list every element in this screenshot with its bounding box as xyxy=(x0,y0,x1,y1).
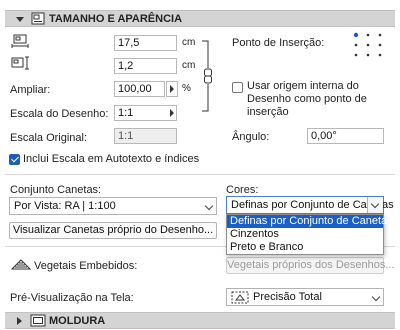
colors-dropdown[interactable]: Definas por Conjunto de Canetas xyxy=(226,196,394,214)
insertion-point-grid-icon[interactable] xyxy=(352,31,384,59)
colors-dropdown-arrow-button[interactable] xyxy=(367,197,383,213)
chevron-down-icon xyxy=(204,201,214,211)
colors-option[interactable]: Preto e Branco xyxy=(227,241,383,254)
section-title: MOLDURA xyxy=(49,315,106,327)
section-header-frame[interactable]: MOLDURA xyxy=(5,312,395,329)
section-title: TAMANHO E APARÊNCIA xyxy=(49,13,183,25)
insertion-point-label: Ponto de Inserção: xyxy=(232,37,325,49)
width-input[interactable]: 17,5 xyxy=(114,35,177,51)
original-scale-field: 1:1 xyxy=(114,128,177,144)
height-icon xyxy=(11,56,29,70)
section-header-size-appearance[interactable]: TAMANHO E APARÊNCIA xyxy=(5,10,395,27)
amplify-unit: % xyxy=(182,83,191,94)
chevron-down-icon xyxy=(371,292,381,302)
frame-icon xyxy=(30,314,46,327)
original-scale-label: Escala Original: xyxy=(10,132,88,144)
include-scale-label: Inclui Escala em Autotexto e índices xyxy=(23,153,200,165)
precision-icon xyxy=(231,291,249,304)
height-unit: cm xyxy=(182,60,196,71)
triangle-right-icon[interactable] xyxy=(17,317,22,325)
amplify-input[interactable]: 100,00 xyxy=(114,81,165,97)
preview-label: Pré-Visualização na Tela: xyxy=(10,292,134,304)
view-pens-button[interactable]: Visualizar Canetas próprio do Desenho... xyxy=(9,222,217,239)
size-appearance-icon xyxy=(31,12,45,25)
colors-label: Cores: xyxy=(226,184,259,196)
angle-label: Ângulo: xyxy=(232,131,270,143)
drawing-scale-value: 1:1 xyxy=(118,107,134,119)
triangle-right-icon[interactable] xyxy=(170,109,174,117)
chain-link-icon[interactable] xyxy=(200,40,218,112)
pen-set-value: Por Vista: RA | 1:100 xyxy=(14,200,116,212)
divider xyxy=(5,174,395,175)
vegetation-button[interactable]: Vegetais próprios dos Desenhos... xyxy=(226,257,395,274)
pen-set-dropdown[interactable]: Por Vista: RA | 1:100 xyxy=(9,197,217,215)
use-origin-checkbox[interactable] xyxy=(232,82,243,93)
colors-dropdown-menu: Definas por Conjunto de Canetas Cinzento… xyxy=(226,214,393,255)
chevron-down-icon xyxy=(370,199,380,209)
colors-option[interactable]: Definas por Conjunto de Canetas xyxy=(227,215,393,228)
amplify-label: Ampliar: xyxy=(10,84,51,96)
drawing-scale-input[interactable]: 1:1 xyxy=(114,105,177,121)
preview-value: Precisão Total xyxy=(253,291,322,303)
use-origin-label: Usar origem interna do Desenho como pont… xyxy=(247,80,367,118)
drawing-scale-label: Escala do Desenho: xyxy=(10,108,109,120)
height-input[interactable]: 1,2 xyxy=(114,58,177,74)
include-scale-checkbox[interactable] xyxy=(9,154,20,165)
colors-option[interactable]: Cinzentos xyxy=(227,228,383,241)
width-unit: cm xyxy=(182,37,196,48)
triangle-down-icon[interactable] xyxy=(16,17,24,22)
vegetation-icon xyxy=(11,259,31,270)
width-icon xyxy=(11,34,29,48)
angle-input[interactable]: 0,00° xyxy=(307,128,384,144)
amplify-stepper-button[interactable] xyxy=(166,81,178,97)
preview-dropdown[interactable]: Precisão Total xyxy=(226,288,384,306)
triangle-right-icon xyxy=(170,85,174,93)
vegetation-label: Vegetais Embebidos: xyxy=(34,260,138,272)
pen-set-label: Conjunto Canetas: xyxy=(10,184,102,196)
